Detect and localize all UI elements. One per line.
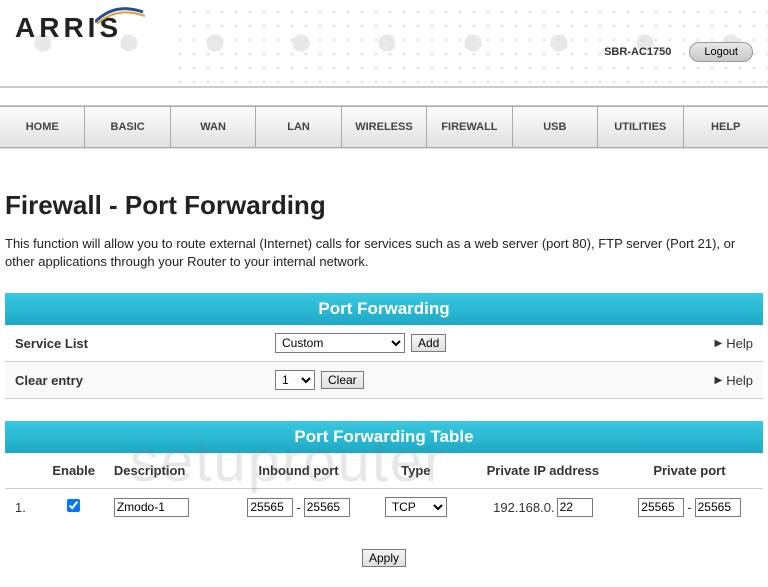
- model-label: SBR-AC1750: [604, 46, 671, 58]
- chevron-right-icon: ▶: [715, 375, 723, 386]
- main-nav: HOME BASIC WAN LAN WIRELESS FIREWALL USB…: [0, 106, 768, 148]
- ip-prefix: 192.168.0.: [493, 500, 554, 515]
- logo-swoosh-icon: [95, 4, 145, 24]
- page-title: Firewall - Port Forwarding: [5, 190, 763, 221]
- clear-entry-select[interactable]: 1: [275, 370, 315, 390]
- nav-home[interactable]: HOME: [0, 107, 85, 147]
- enable-checkbox[interactable]: [67, 499, 80, 512]
- private-start-input[interactable]: [638, 498, 684, 517]
- service-list-select[interactable]: Custom: [275, 333, 405, 353]
- inbound-start-input[interactable]: [247, 498, 293, 517]
- private-end-input[interactable]: [695, 498, 741, 517]
- header-area: ARRIS SBR-AC1750 Logout: [0, 0, 768, 88]
- nav-wan[interactable]: WAN: [171, 107, 256, 147]
- nav-firewall[interactable]: FIREWALL: [427, 107, 512, 147]
- service-list-label: Service List: [15, 336, 275, 351]
- col-enable: Enable: [39, 463, 107, 478]
- col-type: Type: [372, 463, 460, 478]
- dash: -: [687, 500, 691, 515]
- page-description: This function will allow you to route ex…: [5, 235, 760, 271]
- col-inbound: Inbound port: [225, 463, 372, 478]
- main-content: Firewall - Port Forwarding This function…: [0, 158, 768, 587]
- chevron-right-icon: ▶: [715, 338, 723, 349]
- description-input[interactable]: [114, 498, 189, 517]
- nav-wireless[interactable]: WIRELESS: [342, 107, 427, 147]
- nav-spacer2: [0, 148, 768, 158]
- table-header-title: Port Forwarding Table: [5, 421, 763, 453]
- logout-button[interactable]: Logout: [689, 42, 753, 62]
- inbound-end-input[interactable]: [304, 498, 350, 517]
- nav-basic[interactable]: BASIC: [85, 107, 170, 147]
- dash: -: [296, 500, 300, 515]
- type-select[interactable]: TCP: [385, 497, 447, 517]
- private-ip-input[interactable]: [557, 498, 593, 517]
- col-privport: Private port: [626, 463, 753, 478]
- nav-lan[interactable]: LAN: [256, 107, 341, 147]
- help-link-clear[interactable]: ▶ Help: [683, 373, 753, 388]
- port-forwarding-section: Port Forwarding Service List Custom Add …: [5, 293, 763, 399]
- nav-usb[interactable]: USB: [513, 107, 598, 147]
- clear-button[interactable]: Clear: [321, 371, 364, 389]
- table-row: 1. - TCP 192.168.0.: [5, 489, 763, 525]
- brand-logo: ARRIS: [15, 12, 122, 44]
- clear-entry-label: Clear entry: [15, 373, 275, 388]
- apply-button[interactable]: Apply: [362, 549, 406, 567]
- nav-utilities[interactable]: UTILITIES: [598, 107, 683, 147]
- nav-help[interactable]: HELP: [684, 107, 768, 147]
- col-description: Description: [108, 463, 225, 478]
- help-link-service[interactable]: ▶ Help: [683, 336, 753, 351]
- row-number: 1.: [15, 500, 39, 515]
- table-columns-row: Enable Description Inbound port Type Pri…: [5, 453, 763, 489]
- col-privip: Private IP address: [460, 463, 626, 478]
- port-forwarding-header: Port Forwarding: [5, 293, 763, 325]
- add-button[interactable]: Add: [411, 334, 446, 352]
- port-forwarding-table-section: Port Forwarding Table Enable Description…: [5, 421, 763, 525]
- nav-spacer: [0, 88, 768, 106]
